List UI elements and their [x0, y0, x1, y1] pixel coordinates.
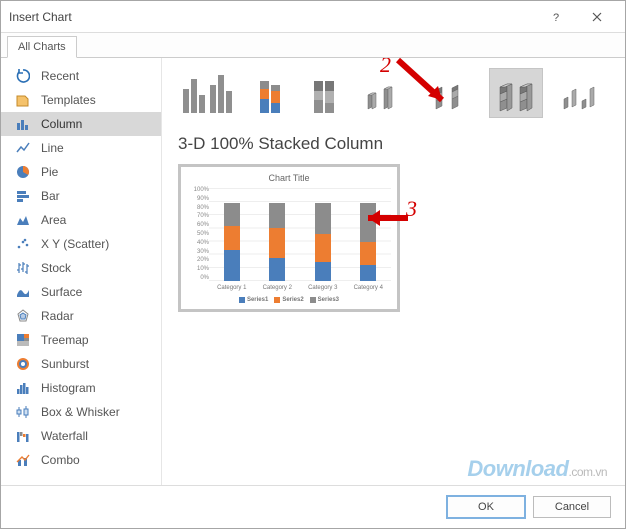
ok-button[interactable]: OK	[447, 496, 525, 518]
sidebar-item-label: Surface	[41, 285, 82, 299]
subtype-100-stacked-column[interactable]	[303, 68, 345, 118]
pie-icon	[15, 164, 31, 180]
annotation-label-2: 2	[380, 58, 391, 78]
subtype-title: 3-D 100% Stacked Column	[178, 134, 609, 154]
annotation-label-3: 3	[406, 196, 417, 222]
sidebar-item-area[interactable]: Area	[1, 208, 161, 232]
bar-icon	[15, 188, 31, 204]
line-icon	[15, 140, 31, 156]
preview-column: Category 4	[355, 203, 381, 291]
stock-icon	[15, 260, 31, 276]
main-panel: 3-D 100% Stacked Column Chart Title 100%…	[162, 58, 625, 487]
sidebar-item-histogram[interactable]: Histogram	[1, 376, 161, 400]
radar-icon	[15, 308, 31, 324]
sidebar-item-label: Line	[41, 141, 64, 155]
combo-icon	[15, 452, 31, 468]
dialog-title: Insert Chart	[9, 10, 537, 24]
tabstrip: All Charts	[1, 33, 625, 58]
sidebar-item-label: Histogram	[41, 381, 96, 395]
sidebar-item-label: Stock	[41, 261, 71, 275]
subtype-3d-column[interactable]	[555, 68, 609, 118]
sidebar-item-label: Combo	[41, 453, 80, 467]
recent-icon	[15, 68, 31, 84]
sidebar-item-label: X Y (Scatter)	[41, 237, 109, 251]
sidebar-item-label: Recent	[41, 69, 79, 83]
sidebar-item-label: Radar	[41, 309, 74, 323]
close-button[interactable]	[577, 7, 617, 27]
preview-yaxis: 100%90%80%70%60%50%40%30%20%10%0%	[187, 187, 209, 293]
chart-type-sidebar: Recent Templates Column Line Pie Bar	[1, 58, 162, 487]
titlebar: Insert Chart ?	[1, 1, 625, 33]
sidebar-item-label: Pie	[41, 165, 58, 179]
boxwhisker-icon	[15, 404, 31, 420]
sidebar-item-scatter[interactable]: X Y (Scatter)	[1, 232, 161, 256]
sidebar-item-column[interactable]: Column	[1, 112, 161, 136]
chart-preview[interactable]: Chart Title 100%90%80%70%60%50%40%30%20%…	[178, 164, 400, 312]
sidebar-item-radar[interactable]: Radar	[1, 304, 161, 328]
surface-icon	[15, 284, 31, 300]
subtype-clustered-column[interactable]	[178, 68, 237, 118]
templates-icon	[15, 92, 31, 108]
column-icon	[15, 116, 31, 132]
sidebar-item-boxwhisker[interactable]: Box & Whisker	[1, 400, 161, 424]
sidebar-item-label: Area	[41, 213, 66, 227]
svg-text:?: ?	[553, 12, 559, 23]
histogram-icon	[15, 380, 31, 396]
scatter-icon	[15, 236, 31, 252]
cancel-button[interactable]: Cancel	[533, 496, 611, 518]
dialog-footer: OK Cancel	[1, 485, 625, 528]
subtype-3d-100-stacked-column[interactable]	[489, 68, 543, 118]
sidebar-item-label: Box & Whisker	[41, 405, 120, 419]
preview-column: Category 1	[219, 203, 245, 291]
subtype-3d-stacked-column[interactable]	[423, 68, 477, 118]
sidebar-item-pie[interactable]: Pie	[1, 160, 161, 184]
preview-chart-area: 100%90%80%70%60%50%40%30%20%10%0% Catego…	[187, 187, 391, 293]
preview-column: Category 2	[264, 203, 290, 291]
preview-chart-title: Chart Title	[268, 173, 309, 183]
sidebar-item-surface[interactable]: Surface	[1, 280, 161, 304]
preview-legend: Series1 Series2 Series3	[239, 293, 339, 303]
sidebar-item-recent[interactable]: Recent	[1, 64, 161, 88]
sidebar-item-label: Sunburst	[41, 357, 89, 371]
insert-chart-dialog: Insert Chart ? All Charts Recent Templat…	[0, 0, 626, 529]
sidebar-item-stock[interactable]: Stock	[1, 256, 161, 280]
sidebar-item-label: Bar	[41, 189, 60, 203]
sidebar-item-waterfall[interactable]: Waterfall	[1, 424, 161, 448]
tab-all-charts[interactable]: All Charts	[7, 36, 77, 58]
area-icon	[15, 212, 31, 228]
help-button[interactable]: ?	[537, 7, 577, 27]
subtype-stacked-column[interactable]	[249, 68, 291, 118]
preview-plot: Category 1 Category 2 Category 3 Ca	[209, 187, 391, 293]
sidebar-item-treemap[interactable]: Treemap	[1, 328, 161, 352]
sunburst-icon	[15, 356, 31, 372]
sidebar-item-bar[interactable]: Bar	[1, 184, 161, 208]
sidebar-item-label: Templates	[41, 93, 96, 107]
treemap-icon	[15, 332, 31, 348]
sidebar-item-sunburst[interactable]: Sunburst	[1, 352, 161, 376]
waterfall-icon	[15, 428, 31, 444]
close-icon	[592, 12, 602, 22]
sidebar-item-templates[interactable]: Templates	[1, 88, 161, 112]
subtype-row	[178, 68, 609, 118]
sidebar-item-combo[interactable]: Combo	[1, 448, 161, 472]
sidebar-item-label: Treemap	[41, 333, 89, 347]
help-icon: ?	[551, 11, 563, 23]
preview-column: Category 3	[310, 203, 336, 291]
sidebar-item-line[interactable]: Line	[1, 136, 161, 160]
sidebar-item-label: Waterfall	[41, 429, 88, 443]
sidebar-item-label: Column	[41, 117, 82, 131]
